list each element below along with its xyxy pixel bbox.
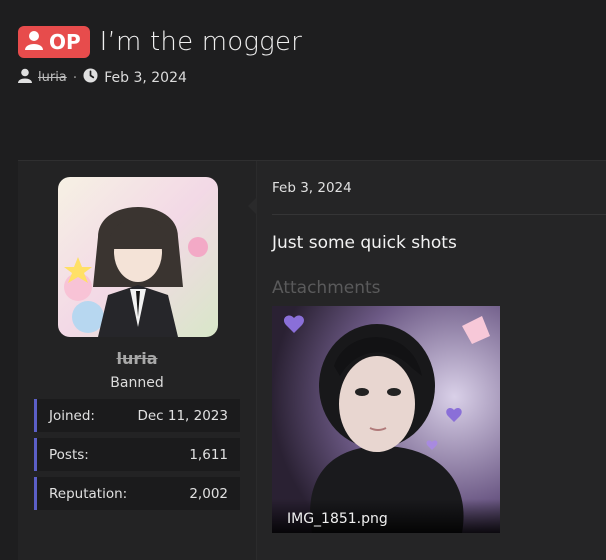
user-sidebar: luria Banned Joined: Dec 11, 2023 Posts:… [18, 161, 257, 560]
clock-icon [83, 68, 98, 87]
user-title: Banned [110, 375, 164, 391]
attachments-heading: Attachments [272, 278, 381, 298]
attachment-filename: IMG_1851.png [272, 499, 500, 533]
stat-posts: Posts: 1,611 [34, 438, 240, 471]
thread-date-link[interactable]: Feb 3, 2024 [104, 70, 187, 86]
title-row: OP I’m the mogger [18, 26, 302, 58]
thread-author-link[interactable]: luria [38, 70, 67, 85]
username[interactable]: luria [18, 349, 256, 368]
post-date-link[interactable]: Feb 3, 2024 [272, 180, 352, 196]
user-icon [25, 30, 43, 55]
thread-title: I’m the mogger [99, 27, 303, 57]
stat-value: Dec 11, 2023 [137, 407, 228, 424]
thread-header: OP I’m the mogger luria · Feb 3, 2024 [18, 26, 302, 87]
stat-label: Reputation: [49, 485, 128, 502]
divider [272, 214, 606, 215]
stat-value: 2,002 [189, 485, 228, 502]
stat-value: 1,611 [189, 446, 228, 463]
stat-joined: Joined: Dec 11, 2023 [34, 399, 240, 432]
post: luria Banned Joined: Dec 11, 2023 Posts:… [18, 160, 606, 560]
post-content: Feb 3, 2024 Just some quick shots Attach… [248, 161, 606, 560]
user-icon [18, 68, 32, 87]
op-badge-label: OP [49, 30, 81, 54]
post-pointer [248, 197, 257, 215]
op-badge: OP [18, 26, 90, 58]
thread-meta: luria · Feb 3, 2024 [18, 68, 302, 87]
stat-label: Joined: [49, 407, 95, 424]
attachment-thumbnail[interactable]: IMG_1851.png [272, 306, 500, 533]
stat-label: Posts: [49, 446, 89, 463]
meta-separator: · [72, 69, 78, 86]
avatar[interactable] [58, 177, 218, 337]
stat-reputation: Reputation: 2,002 [34, 477, 240, 510]
post-body: Just some quick shots [272, 233, 457, 253]
